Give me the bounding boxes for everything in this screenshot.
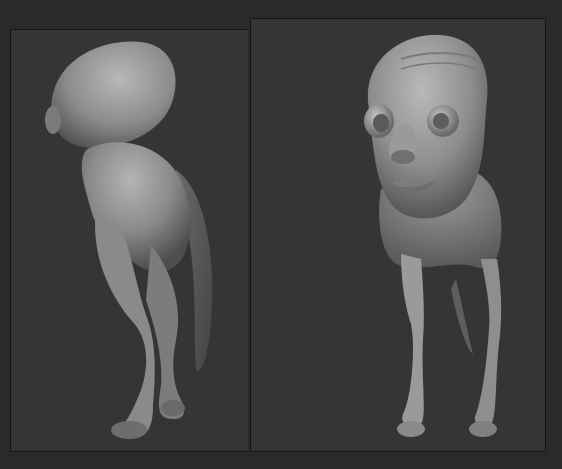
creature-front-render bbox=[364, 34, 502, 437]
front-right-leg-shape bbox=[474, 259, 502, 427]
viewport-back-view[interactable] bbox=[10, 29, 256, 452]
sculpt-viewer bbox=[0, 0, 562, 469]
creature-back-render bbox=[45, 41, 213, 439]
viewport-front-view[interactable] bbox=[250, 18, 546, 452]
front-left-leg-shape bbox=[401, 254, 424, 427]
head-back-shape bbox=[51, 41, 176, 149]
